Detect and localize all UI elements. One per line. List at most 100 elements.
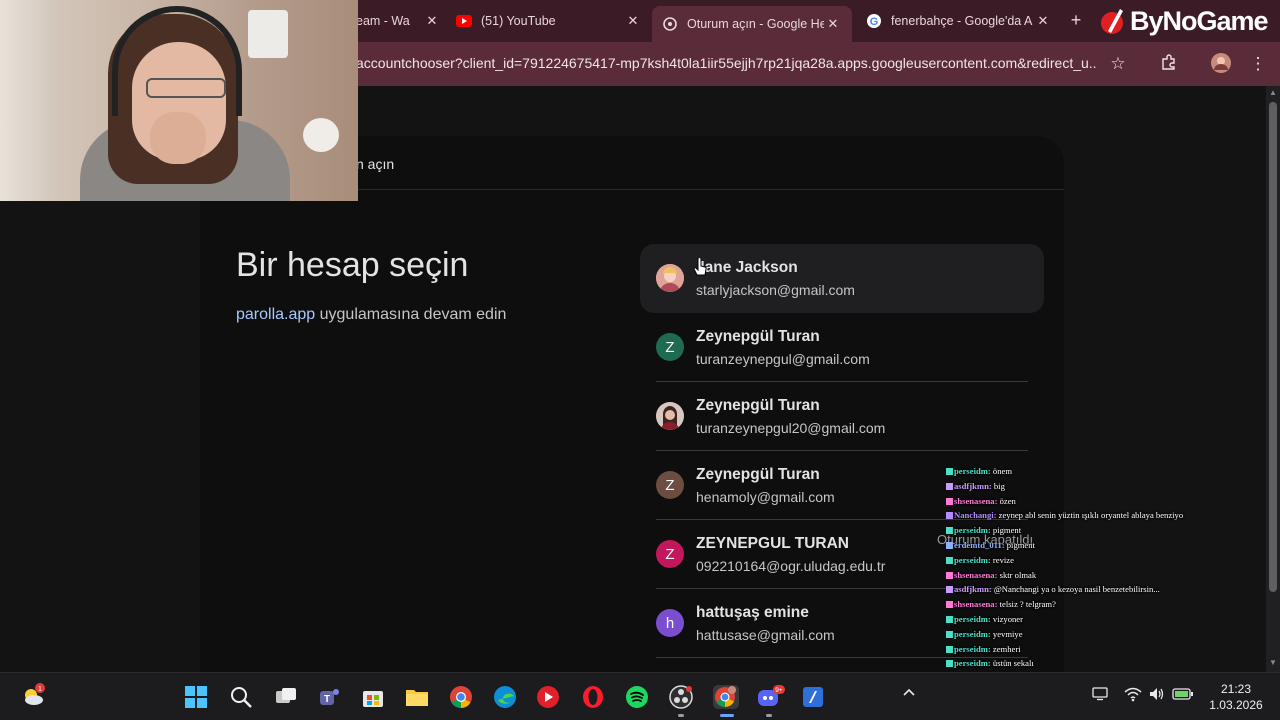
chat-text: pigment [990,525,1022,536]
chat-text: yevmiye [990,628,1023,639]
scrollbar-thumb[interactable] [1269,102,1277,592]
tab-whatsapp[interactable]: eam - Wa ✕ [356,6,441,36]
chat-badge-icon [946,630,953,638]
account-email: hattusase@gmail.com [696,627,835,643]
account-item[interactable]: Z Zeynepgül Turan turanzeynepgul@gmail.c… [640,313,1044,382]
scroll-up-icon[interactable]: ▲ [1268,88,1278,97]
windows-taskbar: 1 T 9+ 21:23 1.03.2026 [0,672,1280,720]
chat-message: shsenasena: telsiz ? telgram? [946,599,1246,614]
account-avatar [656,264,684,292]
account-item[interactable]: Zeynepgül Turan turanzeynepgul20@gmail.c… [640,382,1044,451]
account-email: starlyjackson@gmail.com [696,282,855,298]
chat-text: zeynep abl senin yüztin ışıklı oryantel … [996,510,1184,521]
webcam-overlay [0,0,358,201]
subtitle: parolla.app uygulamasına devam edin [236,306,506,324]
close-tab-icon[interactable]: ✕ [1034,13,1052,29]
teams-icon[interactable]: T [317,685,341,709]
chat-text: pigment [1004,539,1035,550]
app-link[interactable]: parolla.app [236,306,315,323]
running-indicator [678,714,684,717]
chrome-menu-icon[interactable]: ⋮ [1247,53,1269,75]
chat-badge-icon [946,601,953,609]
new-tab-button[interactable]: + [1066,10,1086,31]
page-title: Bir hesap seçin [236,246,469,284]
url-text[interactable]: accountchooser?client_id=791224675417-mp… [356,55,1096,71]
search-icon[interactable] [229,685,253,709]
scroll-down-icon[interactable]: ▼ [1268,658,1278,667]
account-name: Zeynepgül Turan [696,328,820,345]
chat-username: asdfjkmn: [954,584,992,595]
subtitle-text: uygulamasına devam edin [315,306,507,323]
page-scrollbar[interactable]: ▲ ▼ [1266,86,1280,672]
account-name: ZEYNEPGUL TURAN [696,535,850,552]
webcam-plush-toy [303,118,339,152]
chat-message: asdfjkmn: big [946,481,1246,496]
spotify-icon[interactable] [625,685,649,709]
chat-message: Nanchangi: zeynep abl senin yüztin ışıkl… [946,510,1246,525]
tab-google-signin[interactable]: Oturum açın - Google He ✕ [652,6,852,42]
chrome-active-icon[interactable] [713,685,739,709]
microsoft-store-icon[interactable] [361,685,385,709]
chat-message: shsenasena: sktr olmak [946,570,1246,585]
battery-icon[interactable] [1172,687,1194,704]
account-name: Zeynepgül Turan [696,397,820,414]
chat-username: perseidm: [954,658,991,669]
chat-text: vizyoner [990,613,1023,624]
tab-title: eam - Wa [356,14,410,28]
chat-text: revize [990,554,1014,565]
chat-badge-icon [946,660,953,668]
task-view-icon[interactable] [274,685,298,709]
chat-badge-icon [946,512,953,520]
account-item[interactable]: Jane Jackson starlyjackson@gmail.com [640,244,1044,313]
chat-message: perseidm: revize [946,555,1246,570]
chat-badge-icon [946,645,953,653]
chat-badge-icon [946,541,953,549]
volume-icon[interactable] [1148,686,1166,705]
account-avatar [656,402,684,430]
file-explorer-icon[interactable] [405,685,429,709]
profile-avatar[interactable] [1210,52,1232,74]
youtube-icon [456,13,472,29]
chat-badge-icon [946,497,953,505]
chat-badge-icon [946,615,953,623]
weather-widget[interactable]: 1 [20,683,46,709]
chat-text: zemheri [990,643,1021,654]
chrome-icon[interactable] [449,685,473,709]
tab-youtube[interactable]: (51) YouTube ✕ [456,6,642,36]
account-name: hattuşaş emine [696,604,809,621]
chat-badge-icon [946,527,953,535]
hand-cursor-icon [693,258,707,276]
screen: eam - Wa ✕ (51) YouTube ✕ Oturum açın - … [0,0,1280,720]
close-tab-icon[interactable]: ✕ [423,13,441,29]
display-icon[interactable] [1092,687,1108,704]
tab-google-search[interactable]: G fenerbahçe - Google'da A ✕ [866,6,1052,36]
edge-icon[interactable] [493,685,517,709]
start-windows-icon[interactable] [184,685,208,709]
obs-icon[interactable] [669,685,693,709]
system-clock[interactable]: 21:23 1.03.2026 [1200,681,1272,713]
webcam-hand [150,112,206,164]
chat-text: sktr olmak [997,569,1037,580]
svg-text:G: G [870,16,879,28]
extensions-icon[interactable] [1158,53,1180,75]
discord-icon[interactable]: 9+ [757,685,785,709]
chat-username: perseidm: [954,613,991,624]
chat-username: shsenasena: [954,599,998,610]
chat-message: shsenasena: özen [946,496,1246,511]
account-avatar: Z [656,333,684,361]
show-hidden-icons-chevron-up-icon[interactable] [902,685,916,702]
account-email: turanzeynepgul20@gmail.com [696,420,886,436]
wifi-icon[interactable] [1124,686,1142,705]
media-player-icon[interactable] [536,685,560,709]
account-email: henamoly@gmail.com [696,489,835,505]
bynogame-mark-icon [1101,9,1123,34]
opera-icon[interactable] [581,685,605,709]
account-name: Zeynepgül Turan [696,466,820,483]
app-icon-blue[interactable] [801,685,825,709]
close-tab-icon[interactable]: ✕ [824,16,842,32]
chat-username: asdfjkmn: [954,480,992,491]
chat-badge-icon [946,482,953,490]
tab-title: (51) YouTube [481,14,556,28]
close-tab-icon[interactable]: ✕ [624,13,642,29]
bookmark-star-icon[interactable]: ☆ [1107,53,1129,75]
